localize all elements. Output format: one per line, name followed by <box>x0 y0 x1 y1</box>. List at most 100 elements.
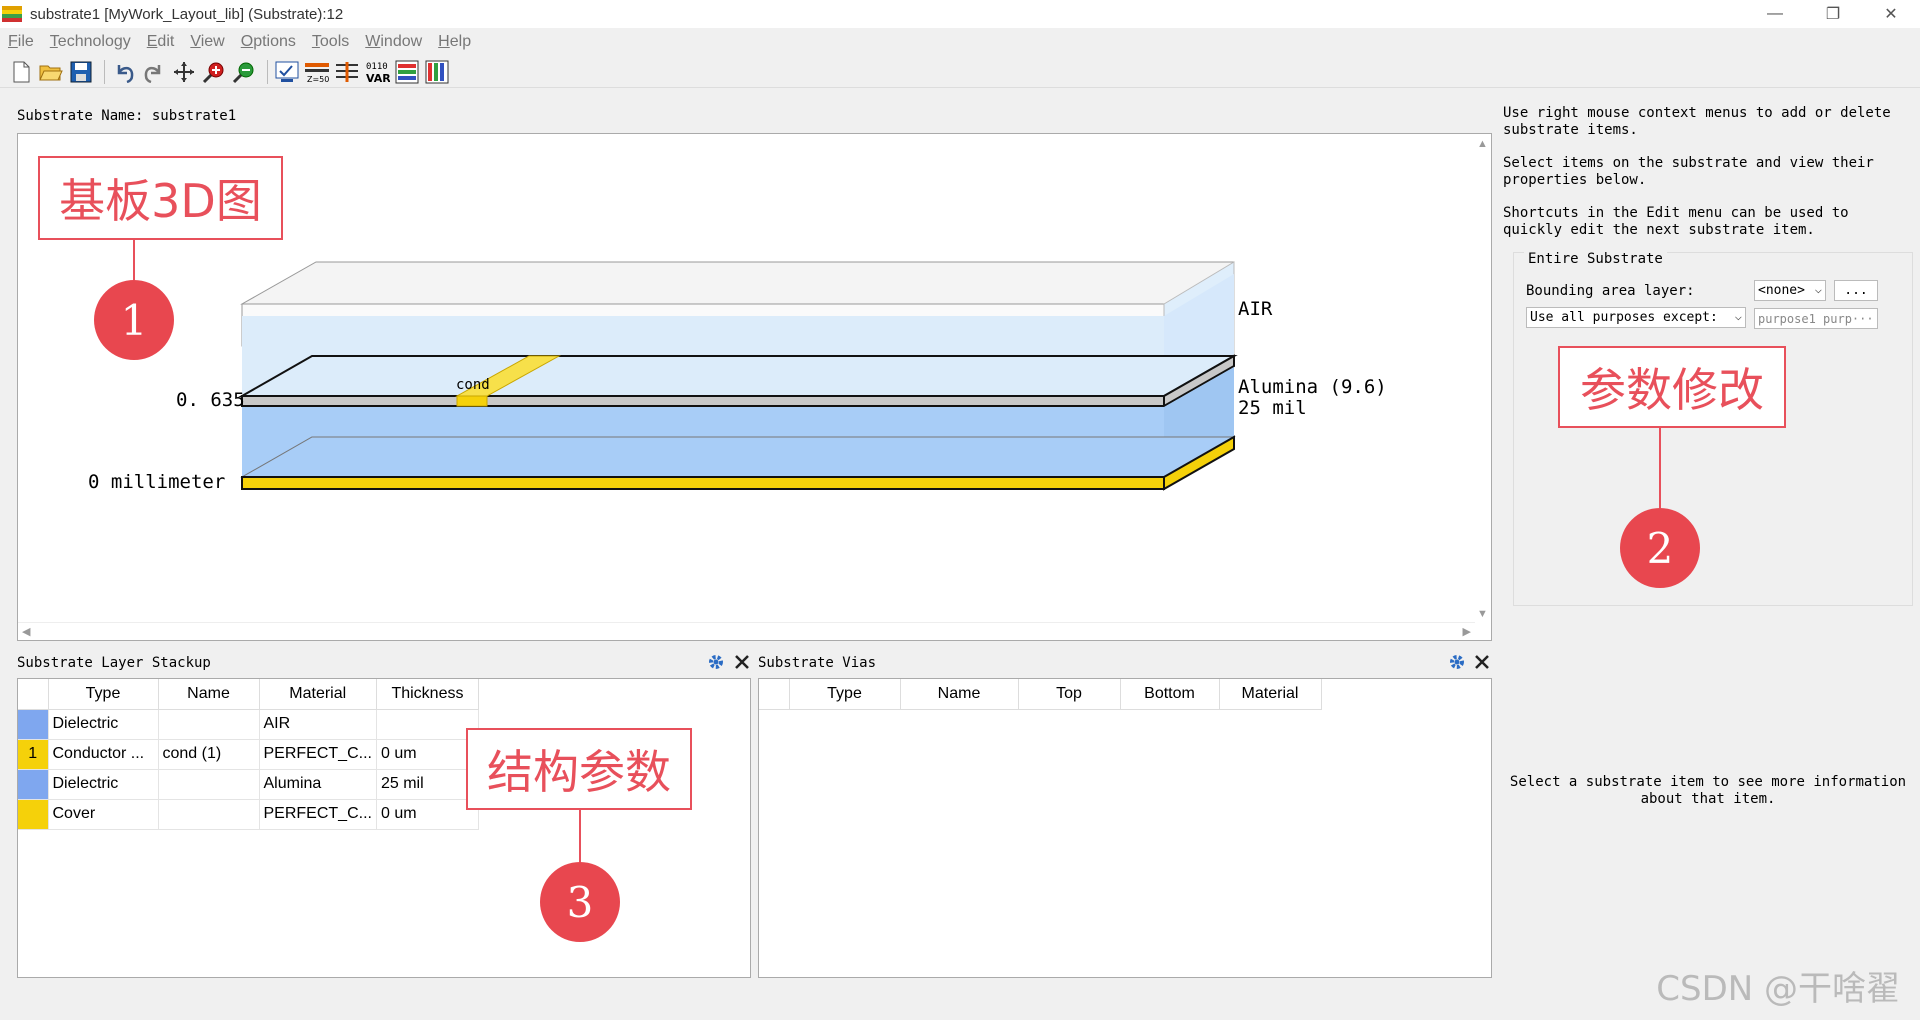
purposes-select[interactable]: Use all purposes except: ⌵ <box>1526 307 1746 328</box>
cell-type[interactable]: Dielectric <box>48 769 159 800</box>
close-icon[interactable] <box>1473 653 1491 671</box>
column-header-bottom[interactable]: Bottom <box>1120 679 1220 710</box>
layers-icon[interactable] <box>394 59 420 85</box>
horizontal-scrollbar[interactable]: ◀ ▶ <box>18 622 1475 640</box>
z50-icon[interactable]: Z=50 <box>304 59 330 85</box>
entire-substrate-title: Entire Substrate <box>1524 251 1667 267</box>
menu-help[interactable]: Help <box>438 33 471 51</box>
stackup-header-row: Type Name Material Thickness <box>18 679 479 710</box>
z50-label: Z=50 <box>307 75 329 84</box>
toolbar: Z=50 0110 VAR <box>0 56 1920 88</box>
new-file-icon[interactable] <box>8 59 34 85</box>
menu-window[interactable]: Window <box>365 33 422 51</box>
app-icon <box>2 6 22 22</box>
menu-file[interactable]: File <box>8 33 34 51</box>
var-icon[interactable]: 0110 VAR <box>364 59 390 85</box>
bounding-area-browse-button[interactable]: ... <box>1834 280 1878 301</box>
table-row[interactable]: 1 Conductor ... cond (1) PERFECT_C... 0 um <box>18 739 479 770</box>
layer-color-swatch <box>18 709 49 740</box>
cell-type[interactable]: Cover <box>48 799 159 830</box>
menu-view[interactable]: View <box>190 33 224 51</box>
cell-name[interactable]: cond (1) <box>158 739 260 770</box>
cell-material[interactable]: PERFECT_C... <box>259 799 377 830</box>
columns-icon[interactable] <box>424 59 450 85</box>
binary-label: 0110 <box>366 62 388 72</box>
pan-icon[interactable] <box>171 59 197 85</box>
bounding-area-select[interactable]: <none> ⌵ <box>1754 280 1826 301</box>
help-text-2: Select items on the substrate and view t… <box>1503 155 1874 188</box>
layer-color-swatch <box>18 799 49 830</box>
stackup-panel: Type Name Material Thickness Dielectric A… <box>17 678 751 978</box>
open-folder-icon[interactable] <box>38 59 64 85</box>
table-row[interactable]: Cover PERFECT_C... 0 um <box>18 799 479 830</box>
minimize-button[interactable]: — <box>1746 0 1804 28</box>
menu-edit[interactable]: Edit <box>147 33 175 51</box>
cell-type[interactable]: Conductor ... <box>48 739 159 770</box>
vias-table: Type Name Top Bottom Material <box>759 679 1322 710</box>
watermark: CSDN @干啥翟 <box>1656 969 1900 1009</box>
bounding-area-value: <none> <box>1758 283 1805 298</box>
close-icon[interactable] <box>733 653 751 671</box>
material-label: Alumina (9.6) <box>1238 376 1387 398</box>
save-icon[interactable] <box>68 59 94 85</box>
cell-material[interactable]: PERFECT_C... <box>259 739 377 770</box>
column-header-material[interactable]: Material <box>259 679 377 710</box>
gear-icon[interactable] <box>707 653 725 671</box>
cell-thickness[interactable] <box>376 709 479 740</box>
cell-name[interactable] <box>158 799 260 830</box>
close-button[interactable]: ✕ <box>1862 0 1920 28</box>
layer-color-swatch: 1 <box>18 739 49 770</box>
vias-panel: Type Name Top Bottom Material <box>758 678 1492 978</box>
purposes-value-field[interactable]: purpose1 purp··· <box>1754 308 1878 329</box>
cell-type[interactable]: Dielectric <box>48 709 159 740</box>
entire-substrate-group: Entire Substrate Bounding area layer: <n… <box>1513 251 1913 606</box>
scroll-left-icon[interactable]: ◀ <box>22 625 30 638</box>
bounding-area-label: Bounding area layer: <box>1526 283 1695 299</box>
cell-name[interactable] <box>158 769 260 800</box>
annotation-3-line <box>579 810 581 862</box>
column-header-name[interactable]: Name <box>158 679 260 710</box>
chevron-down-icon: ⌵ <box>1814 282 1822 296</box>
column-header-top[interactable]: Top <box>1018 679 1121 710</box>
vertical-scrollbar[interactable]: ▲ ▼ <box>1473 134 1491 622</box>
column-header-type[interactable]: Type <box>48 679 159 710</box>
table-row[interactable]: Dielectric Alumina 25 mil <box>18 769 479 800</box>
cell-thickness[interactable]: 0 um <box>376 799 479 830</box>
scroll-up-icon[interactable]: ▲ <box>1477 138 1488 150</box>
cell-material[interactable]: AIR <box>259 709 377 740</box>
column-header-material[interactable]: Material <box>1219 679 1322 710</box>
row-index-header <box>759 679 790 710</box>
cell-name[interactable] <box>158 709 260 740</box>
vias-title: Substrate Vias <box>758 655 877 671</box>
stackup-icon[interactable] <box>334 59 360 85</box>
column-header-type[interactable]: Type <box>789 679 901 710</box>
scroll-right-icon[interactable]: ▶ <box>1463 625 1471 638</box>
menu-technology[interactable]: Technology <box>50 33 131 51</box>
restore-button[interactable]: ❐ <box>1804 0 1862 28</box>
check-icon[interactable] <box>274 59 300 85</box>
scroll-down-icon[interactable]: ▼ <box>1477 608 1488 620</box>
column-header-thickness[interactable]: Thickness <box>376 679 479 710</box>
gear-icon[interactable] <box>1448 653 1466 671</box>
cell-thickness[interactable]: 0 um <box>376 739 479 770</box>
redo-icon[interactable] <box>141 59 167 85</box>
cell-thickness[interactable]: 25 mil <box>376 769 479 800</box>
cell-material[interactable]: Alumina <box>259 769 377 800</box>
stackup-title: Substrate Layer Stackup <box>17 655 211 671</box>
zoom-out-icon[interactable] <box>231 59 257 85</box>
help-text-3: Shortcuts in the Edit menu can be used t… <box>1503 205 1849 238</box>
undo-icon[interactable] <box>111 59 137 85</box>
help-panel: Use right mouse context menus to add or … <box>1503 105 1913 255</box>
annotation-2-badge: 2 <box>1620 508 1700 588</box>
column-header-name[interactable]: Name <box>900 679 1019 710</box>
menu-tools[interactable]: Tools <box>312 33 349 51</box>
annotation-3-label: 结构参数 <box>466 728 692 810</box>
zoom-in-icon[interactable] <box>201 59 227 85</box>
annotation-2-label: 参数修改 <box>1558 346 1786 428</box>
purposes-label: Use all purposes except: <box>1530 310 1718 325</box>
thickness-label: 25 mil <box>1238 397 1307 419</box>
menu-options[interactable]: Options <box>241 33 296 51</box>
menu-bar: File Technology Edit View Options Tools … <box>0 29 1920 55</box>
table-row[interactable]: Dielectric AIR <box>18 709 479 740</box>
vias-header-row: Type Name Top Bottom Material <box>759 679 1322 710</box>
